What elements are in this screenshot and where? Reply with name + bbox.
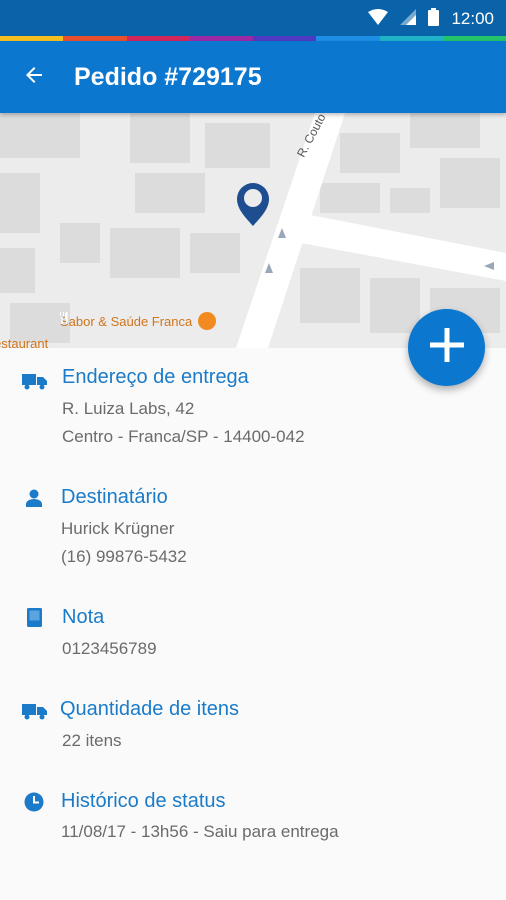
- location-pin-icon[interactable]: [237, 183, 269, 226]
- plus-icon: [429, 328, 464, 367]
- add-button[interactable]: [408, 309, 485, 386]
- section-title: Destinatário: [61, 486, 168, 508]
- recipient-phone: (16) 99876-5432: [61, 547, 187, 566]
- address-line-1: R. Luiza Labs, 42: [62, 399, 195, 418]
- clock-icon: [24, 792, 44, 817]
- section-title: Quantidade de itens: [60, 698, 240, 720]
- status-icons: 12:00: [368, 0, 494, 38]
- item-count: 22 itens: [62, 731, 122, 750]
- app-bar: Pedido #729175: [0, 41, 506, 113]
- status-time: 12:00: [451, 9, 494, 28]
- map-poi[interactable]: Sabor & Saúde Franca: [60, 312, 217, 330]
- map-poi-label: Sabor & Saúde Franca: [60, 313, 193, 329]
- truck-icon: [22, 372, 48, 395]
- person-icon: [26, 489, 42, 512]
- address-line-2: Centro - Franca/SP - 14400-042: [62, 427, 305, 446]
- section-title: Endereço de entrega: [62, 366, 249, 388]
- section-title: Histórico de status: [61, 790, 226, 812]
- map-restaurant-label: estaurant: [0, 336, 49, 348]
- signal-icon: [400, 8, 417, 30]
- truck-icon: [22, 702, 48, 725]
- recipient-name: Hurick Krügner: [61, 519, 175, 538]
- back-button[interactable]: [14, 57, 54, 97]
- battery-icon: [428, 7, 440, 31]
- wifi-icon: [368, 8, 389, 30]
- fork-knife-icon: [60, 312, 217, 330]
- note-value: 0123456789: [62, 639, 157, 658]
- status-entry: 11/08/17 - 13h56 - Saiu para entrega: [61, 822, 339, 841]
- status-bar: 12:00: [0, 0, 506, 38]
- section-title: Nota: [62, 606, 105, 628]
- book-icon: [27, 608, 42, 632]
- arrow-back-icon: [22, 63, 46, 92]
- page-title: Pedido #729175: [74, 63, 262, 91]
